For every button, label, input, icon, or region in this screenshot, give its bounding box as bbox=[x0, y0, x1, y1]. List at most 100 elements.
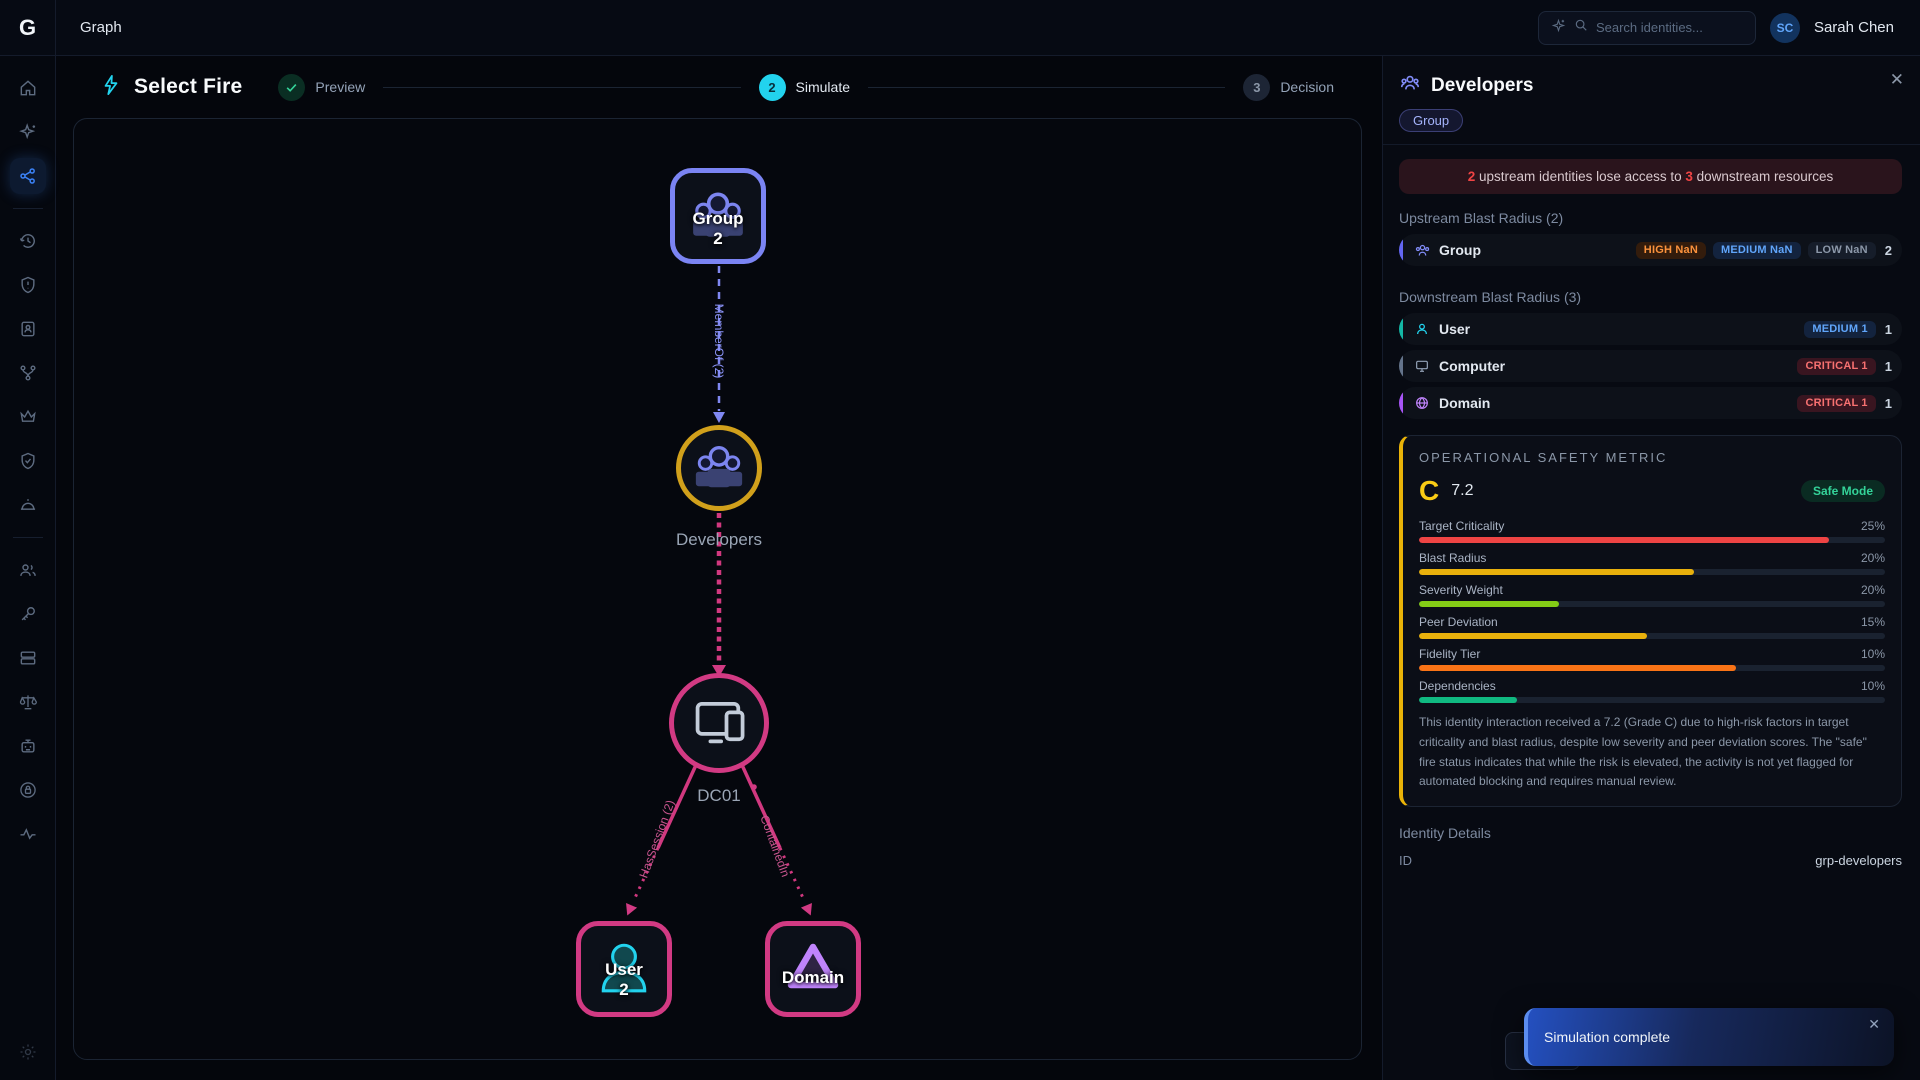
operational-safety-metric-card: OPERATIONAL SAFETY METRIC C 7.2 Safe Mod… bbox=[1399, 435, 1902, 807]
blast-row-computer[interactable]: Computer CRITICAL 1 1 bbox=[1399, 350, 1902, 382]
metric-bar bbox=[1419, 665, 1736, 671]
node-group-2[interactable]: Group2 bbox=[670, 168, 766, 264]
details-panel: Developers ✕ Group 2 upstream identities… bbox=[1382, 56, 1920, 1080]
panel-title: Developers bbox=[1431, 75, 1533, 97]
shield-check-icon[interactable] bbox=[10, 443, 46, 479]
search-input[interactable] bbox=[1596, 20, 1743, 35]
step-simulate[interactable]: 2 Simulate bbox=[759, 74, 850, 101]
node-domain[interactable]: Domain bbox=[765, 921, 861, 1017]
row-count: 2 bbox=[1885, 243, 1892, 258]
osm-grade: C bbox=[1419, 477, 1439, 505]
node-user-2[interactable]: User2 bbox=[576, 921, 672, 1017]
node-dc01[interactable]: DC01 bbox=[669, 673, 769, 773]
sidebar bbox=[0, 56, 56, 1080]
metric-row: Blast Radius20% bbox=[1419, 551, 1885, 575]
metric-row: Fidelity Tier10% bbox=[1419, 647, 1885, 671]
node-label: Developers bbox=[676, 530, 762, 550]
step-connector bbox=[383, 87, 740, 88]
shield-alert-icon[interactable] bbox=[10, 267, 46, 303]
gear-icon[interactable] bbox=[10, 1034, 46, 1070]
row-label: Domain bbox=[1439, 395, 1490, 411]
fork-icon[interactable] bbox=[10, 355, 46, 391]
row-accent bbox=[1399, 350, 1403, 382]
osm-description: This identity interaction received a 7.2… bbox=[1419, 713, 1885, 792]
edge-label-hassession: HasSession (2) bbox=[636, 798, 677, 880]
metric-bar bbox=[1419, 697, 1517, 703]
activity-icon[interactable] bbox=[10, 816, 46, 852]
globe-icon bbox=[1409, 395, 1435, 411]
home-icon[interactable] bbox=[10, 70, 46, 106]
impact-alert: 2 upstream identities lose access to 3 d… bbox=[1399, 159, 1902, 194]
step-preview[interactable]: Preview bbox=[278, 74, 365, 101]
identity-details-section: Identity Details ID grp-developers bbox=[1399, 825, 1902, 868]
metric-bar bbox=[1419, 537, 1829, 543]
sparkles-icon bbox=[1551, 18, 1566, 38]
group-icon bbox=[1399, 72, 1421, 99]
node-developers[interactable]: Developers bbox=[676, 425, 762, 511]
severity-badge: MEDIUM 1 bbox=[1804, 321, 1875, 338]
sparkles-icon[interactable] bbox=[10, 114, 46, 150]
edge-dot bbox=[751, 784, 757, 790]
toast: Simulation complete ✕ bbox=[1524, 1008, 1894, 1066]
key-icon[interactable] bbox=[10, 596, 46, 632]
metric-row: Dependencies10% bbox=[1419, 679, 1885, 703]
metric-row: Target Criticality25% bbox=[1419, 519, 1885, 543]
group-icon bbox=[692, 439, 746, 498]
logo-glyph: G bbox=[19, 15, 36, 41]
computer-icon bbox=[1409, 358, 1435, 374]
bot-icon[interactable] bbox=[10, 728, 46, 764]
sidebar-divider bbox=[13, 208, 43, 209]
close-icon[interactable]: ✕ bbox=[1868, 1016, 1880, 1033]
alarm-icon[interactable] bbox=[10, 487, 46, 523]
history-icon[interactable] bbox=[10, 223, 46, 259]
search-icon bbox=[1574, 18, 1588, 37]
wizard-header: Select Fire Preview 2 Simulate 3 Decisio… bbox=[56, 56, 1364, 118]
metric-row: Peer Deviation15% bbox=[1419, 615, 1885, 639]
severity-badge: LOW NaN bbox=[1808, 242, 1876, 259]
severity-badge: CRITICAL 1 bbox=[1797, 358, 1875, 375]
group-icon bbox=[1409, 242, 1435, 259]
metric-row: Severity Weight20% bbox=[1419, 583, 1885, 607]
graph-canvas[interactable]: MemberOf (2) HasSession (2) ContainedIn … bbox=[73, 118, 1362, 1060]
toast-message: Simulation complete bbox=[1544, 1029, 1670, 1045]
user-icon bbox=[1409, 321, 1435, 337]
severity-badge: HIGH NaN bbox=[1636, 242, 1706, 259]
users-icon[interactable] bbox=[10, 552, 46, 588]
osm-score: 7.2 bbox=[1451, 482, 1473, 500]
node-label: User2 bbox=[605, 960, 643, 999]
id-value: grp-developers bbox=[1815, 853, 1902, 868]
app-logo: G bbox=[0, 0, 56, 56]
row-label: User bbox=[1439, 321, 1470, 337]
search-box[interactable] bbox=[1538, 11, 1756, 45]
step-label: Simulate bbox=[796, 79, 850, 95]
scales-icon[interactable] bbox=[10, 684, 46, 720]
step-connector bbox=[868, 87, 1225, 88]
blast-row-group[interactable]: Group HIGH NaN MEDIUM NaN LOW NaN 2 bbox=[1399, 234, 1902, 266]
blast-row-user[interactable]: User MEDIUM 1 1 bbox=[1399, 313, 1902, 345]
row-count: 1 bbox=[1885, 396, 1892, 411]
edge-label-memberof: MemberOf (2) bbox=[712, 304, 726, 379]
fire-icon bbox=[100, 74, 122, 101]
sidebar-divider bbox=[13, 537, 43, 538]
server-icon[interactable] bbox=[10, 640, 46, 676]
row-accent bbox=[1399, 234, 1403, 266]
node-label: DC01 bbox=[697, 786, 740, 806]
row-count: 1 bbox=[1885, 359, 1892, 374]
severity-badge: MEDIUM NaN bbox=[1713, 242, 1801, 259]
page-title: Graph bbox=[80, 19, 122, 36]
crown-icon[interactable] bbox=[10, 399, 46, 435]
close-icon[interactable]: ✕ bbox=[1890, 70, 1904, 90]
row-label: Group bbox=[1439, 242, 1481, 258]
id-card-icon[interactable] bbox=[10, 311, 46, 347]
step-decision[interactable]: 3 Decision bbox=[1243, 74, 1334, 101]
blast-row-domain[interactable]: Domain CRITICAL 1 1 bbox=[1399, 387, 1902, 419]
lock-icon[interactable] bbox=[10, 772, 46, 808]
step-number: 3 bbox=[1243, 74, 1270, 101]
top-bar: G Graph SC Sarah Chen bbox=[0, 0, 1920, 56]
row-accent bbox=[1399, 313, 1403, 345]
avatar[interactable]: SC bbox=[1770, 13, 1800, 43]
id-label: ID bbox=[1399, 853, 1412, 868]
graph-icon[interactable] bbox=[10, 158, 46, 194]
node-label: Group2 bbox=[693, 209, 744, 248]
metric-bar bbox=[1419, 633, 1647, 639]
